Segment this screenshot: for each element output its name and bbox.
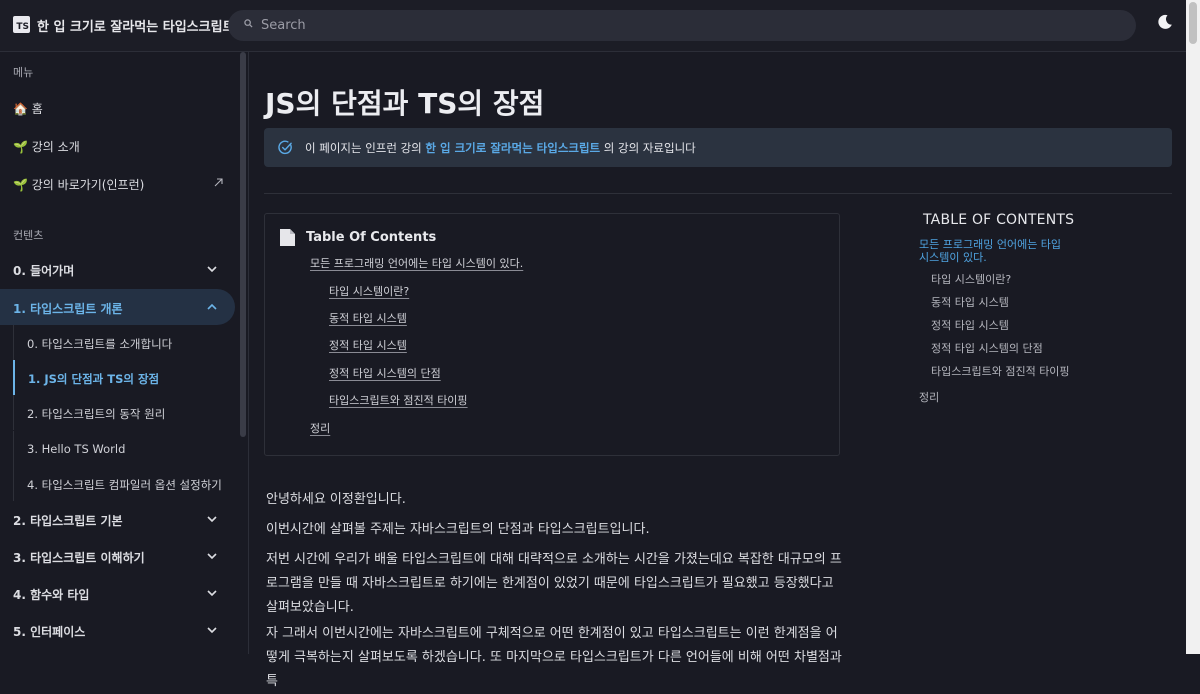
- sidebar-scrollbar[interactable]: [240, 52, 246, 437]
- top-header: TS 한 입 크기로 잘라먹는 타입스크립트: [0, 0, 1186, 52]
- sidebar-subitem-label: 1. JS의 단점과 TS의 장점: [28, 372, 160, 386]
- contents-section-title: 컨텐츠: [13, 229, 44, 242]
- sidebar-section-label: 3. 타입스크립트 이해하기: [13, 551, 145, 565]
- toc-link[interactable]: 정적 타입 시스템의 단점: [329, 365, 441, 381]
- right-toc-item[interactable]: 정적 타입 시스템의 단점: [931, 342, 1076, 355]
- notice-course-link[interactable]: 한 입 크기로 잘라먹는 타입스크립트: [425, 141, 600, 155]
- toc-link[interactable]: 동적 타입 시스템: [329, 310, 407, 326]
- site-title[interactable]: 한 입 크기로 잘라먹는 타입스크립트: [37, 16, 235, 35]
- toc-link[interactable]: 모든 프로그래밍 언어에는 타입 시스템이 있다.: [310, 255, 523, 271]
- sidebar-subitem-1[interactable]: 1. JS의 단점과 TS의 장점: [13, 360, 237, 395]
- chevron-down-icon: [207, 553, 217, 560]
- ts-logo-icon[interactable]: TS: [13, 16, 30, 33]
- sidebar-item-label: 🌱 강의 바로가기(인프런): [13, 178, 145, 192]
- toc-title: Table Of Contents: [306, 230, 437, 245]
- notice-text: 이 페이지는 인프런 강의 한 입 크기로 잘라먹는 타입스크립트 의 강의 자…: [305, 140, 696, 156]
- search-bar[interactable]: [228, 10, 1136, 41]
- toc-link[interactable]: 정적 타입 시스템: [329, 337, 407, 353]
- sidebar-section-label: 4. 함수와 타입: [13, 588, 90, 602]
- right-toc-item[interactable]: 모든 프로그래밍 언어에는 타입 시스템이 있다.: [919, 238, 1064, 264]
- document-icon: [280, 229, 295, 246]
- page-title: JS의 단점과 TS의 장점: [265, 87, 545, 120]
- menu-section-title: 메뉴: [13, 66, 34, 79]
- body-paragraph: 자 그래서 이번시간에는 자바스크립트에 구체적으로 어떤 한계점이 있고 타입…: [266, 626, 842, 689]
- right-toc-item[interactable]: 동적 타입 시스템: [931, 296, 1076, 309]
- check-circle-icon: [278, 140, 292, 155]
- chevron-up-icon: [207, 303, 217, 310]
- sidebar-subitem-label: 3. Hello TS World: [27, 442, 126, 456]
- sidebar-item-home[interactable]: 🏠 홈: [0, 89, 235, 125]
- sidebar-section-4[interactable]: 4. 함수와 타입: [0, 575, 235, 611]
- sidebar-section-0[interactable]: 0. 들어가며: [0, 251, 235, 287]
- chevron-down-icon: [207, 627, 217, 634]
- sidebar-item-course-intro[interactable]: 🌱 강의 소개: [0, 127, 235, 163]
- sidebar-subitem-2[interactable]: 2. 타입스크립트의 동작 원리: [13, 395, 236, 430]
- search-icon: [244, 19, 253, 28]
- sidebar-subitem-4[interactable]: 4. 타입스크립트 컴파일러 옵션 설정하기: [13, 466, 236, 501]
- search-input[interactable]: [261, 10, 1111, 41]
- notice-text-after: 의 강의 자료입니다: [600, 141, 696, 155]
- sidebar-item-label: 🏠 홈: [13, 102, 43, 116]
- sidebar-section-label: 2. 타입스크립트 기본: [13, 514, 123, 528]
- right-toc-item[interactable]: 정적 타입 시스템: [931, 319, 1076, 332]
- chevron-down-icon: [207, 590, 217, 597]
- notice-text-before: 이 페이지는 인프런 강의: [305, 141, 426, 155]
- chevron-down-icon: [207, 266, 217, 273]
- sidebar-subitem-0[interactable]: 0. 타입스크립트를 소개합니다: [13, 325, 236, 360]
- toc-link[interactable]: 정리: [310, 420, 330, 436]
- right-toc-title: TABLE OF CONTENTS: [923, 212, 1075, 228]
- sidebar-subitem-label: 4. 타입스크립트 컴파일러 옵션 설정하기: [27, 478, 222, 492]
- toc-link[interactable]: 타입스크립트와 점진적 타이핑: [329, 392, 468, 408]
- page-scrollbar-thumb[interactable]: [1189, 2, 1197, 44]
- course-notice: 이 페이지는 인프런 강의 한 입 크기로 잘라먹는 타입스크립트 의 강의 자…: [264, 128, 1172, 167]
- sidebar-section-1[interactable]: 1. 타입스크립트 개론: [0, 289, 235, 325]
- divider: [264, 193, 1172, 194]
- sidebar-section-label: 0. 들어가며: [13, 264, 75, 278]
- chevron-down-icon: [207, 516, 217, 523]
- right-toc-item[interactable]: 정리: [919, 391, 1064, 404]
- sidebar-subitem-label: 0. 타입스크립트를 소개합니다: [27, 337, 173, 351]
- right-toc-item[interactable]: 타입 시스템이란?: [931, 273, 1076, 286]
- sidebar-subitem-label: 2. 타입스크립트의 동작 원리: [27, 407, 166, 421]
- sidebar-section-3[interactable]: 3. 타입스크립트 이해하기: [0, 538, 235, 574]
- sidebar-subitem-3[interactable]: 3. Hello TS World: [13, 431, 236, 466]
- sidebar-section-2[interactable]: 2. 타입스크립트 기본: [0, 501, 235, 537]
- sidebar-item-course-link[interactable]: 🌱 강의 바로가기(인프런): [0, 165, 235, 201]
- right-toc-item[interactable]: 타입스크립트와 점진적 타이핑: [931, 365, 1076, 378]
- sidebar-item-label: 🌱 강의 소개: [13, 140, 80, 154]
- body-paragraph: 안녕하세요 이정환입니다.: [266, 492, 406, 507]
- page-scrollbar[interactable]: [1186, 0, 1200, 654]
- body-paragraph: 이번시간에 살펴볼 주제는 자바스크립트의 단점과 타입스크립트입니다.: [266, 522, 650, 537]
- toc-link[interactable]: 타입 시스템이란?: [329, 283, 409, 299]
- sidebar-section-label: 5. 인터페이스: [13, 625, 86, 639]
- sidebar-section-5[interactable]: 5. 인터페이스: [0, 612, 235, 648]
- external-link-icon: [214, 178, 223, 187]
- sidebar-section-label: 1. 타입스크립트 개론: [13, 302, 123, 316]
- dark-mode-toggle-icon[interactable]: [1157, 14, 1173, 30]
- sidebar: 메뉴 🏠 홈 🌱 강의 소개 🌱 강의 바로가기(인프런) 컨텐츠 0. 들어가…: [0, 52, 249, 654]
- table-of-contents-box: Table Of Contents 모든 프로그래밍 언어에는 타입 시스템이 …: [264, 213, 840, 456]
- body-paragraph: 저번 시간에 우리가 배울 타입스크립트에 대해 대략적으로 소개하는 시간을 …: [266, 552, 842, 615]
